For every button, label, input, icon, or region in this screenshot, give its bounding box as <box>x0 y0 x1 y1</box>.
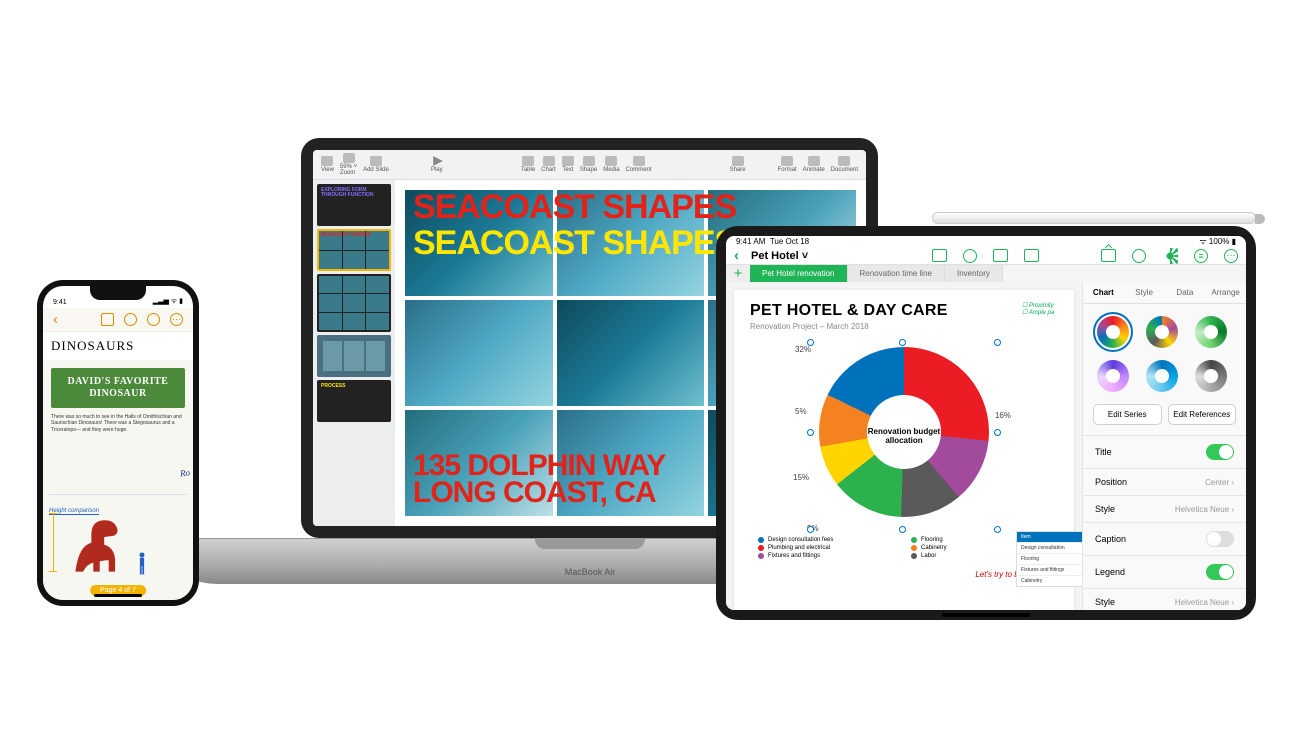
tab-timeline[interactable]: Renovation time line <box>848 265 945 282</box>
map-image <box>1002 340 1074 460</box>
position-row[interactable]: Position Center › <box>1083 468 1246 495</box>
caption-row[interactable]: Caption <box>1083 522 1246 555</box>
person-icon <box>135 552 149 576</box>
keynote-toolbar: View 59% ˅Zoom Add Slide Play Table Char… <box>313 150 866 180</box>
sheet-subtitle: Renovation Project – March 2018 <box>750 322 1058 331</box>
style-row-2[interactable]: Style Helvetica Neue › <box>1083 588 1246 610</box>
table-icon[interactable] <box>932 249 947 262</box>
ipad-screen: 9:41 AM Tue Oct 18 ᯤ 100% ▮ ‹ Pet Hotel … <box>726 236 1246 610</box>
format-tabs: Chart Style Data Arrange <box>1083 282 1246 304</box>
shape-tool[interactable]: Shape <box>580 156 597 173</box>
page-title: DINOSAURS <box>43 332 193 360</box>
share-icon[interactable] <box>1101 249 1116 262</box>
back-button[interactable]: ‹ <box>734 247 739 264</box>
slide-thumb-3[interactable] <box>317 274 391 332</box>
more-icon[interactable]: ⋯ <box>170 313 183 326</box>
format-icon[interactable] <box>1162 248 1178 264</box>
doc-title[interactable]: Pet Hotel ˅ <box>751 250 808 262</box>
format-tab-chart[interactable]: Chart <box>1083 282 1124 303</box>
color-style-5[interactable] <box>1146 360 1178 392</box>
edit-series-button[interactable]: Edit Series <box>1093 404 1162 425</box>
sheet-content: PET HOTEL & DAY CARE Renovation Project … <box>734 290 1074 610</box>
headline-1: SEACOAST SHAPES <box>413 192 736 223</box>
ipad-status-bar: 9:41 AM Tue Oct 18 ᯤ 100% ▮ <box>726 236 1246 247</box>
format-tool[interactable]: Format <box>778 156 797 173</box>
pages-canvas[interactable]: DAVID'S FAVORITEDINOSAUR There was so mu… <box>43 360 193 600</box>
height-comparison: Height comparison 85 feet 4 feet (me) <box>49 494 187 582</box>
text-tool[interactable]: Text <box>562 156 574 173</box>
color-style-6[interactable] <box>1195 360 1227 392</box>
media-icon[interactable] <box>1024 249 1039 262</box>
table-tool[interactable]: Table <box>521 156 535 173</box>
apple-pencil <box>932 212 1256 224</box>
pages-toolbar: ‹ ⋯ <box>43 308 193 332</box>
body-text: There was so much to see in the Halls of… <box>51 414 185 433</box>
sheet-canvas[interactable]: PET HOTEL & DAY CARE Renovation Project … <box>726 282 1082 610</box>
document-tool[interactable]: Document <box>831 156 858 173</box>
sheet-tabs: + Pet Hotel renovation Renovation time l… <box>726 265 1246 282</box>
tab-inventory[interactable]: Inventory <box>945 265 1003 282</box>
play-tool[interactable]: Play <box>431 156 443 173</box>
color-style-4[interactable] <box>1097 360 1129 392</box>
handwritten-checklist: Proximity Ample pa <box>1022 302 1078 316</box>
style-row-1[interactable]: Style Helvetica Neue › <box>1083 495 1246 522</box>
color-style-3[interactable] <box>1195 316 1227 348</box>
iphone-notch <box>90 286 146 300</box>
ipad-device: 9:41 AM Tue Oct 18 ᯤ 100% ▮ ‹ Pet Hotel … <box>716 226 1256 620</box>
donut-chart[interactable]: Renovation budget allocation 32% 16% 5% … <box>799 341 1009 531</box>
section-card: DAVID'S FAVORITEDINOSAUR <box>51 368 185 408</box>
share-tool[interactable]: Share <box>730 156 746 173</box>
animate-tool[interactable]: Animate <box>803 156 825 173</box>
home-indicator[interactable] <box>94 594 142 597</box>
numbers-toolbar: ‹ Pet Hotel ˅ ≡ ⋯ <box>726 247 1246 265</box>
headline-2: SEACOAST SHAPES <box>413 228 736 259</box>
iphone-device: 9:41▂▃▅ ᯤ ▮ ‹ ⋯ DINOSAURS DAVID'S FAVORI… <box>37 280 199 606</box>
slide-thumb-2[interactable]: SEACOAST SHAPES <box>317 229 391 271</box>
filter-icon[interactable]: ≡ <box>1194 249 1208 263</box>
tab-renovation[interactable]: Pet Hotel renovation <box>750 265 848 282</box>
format-panel: Chart Style Data Arrange Edit Series Edi… <box>1082 282 1246 610</box>
iphone-screen: 9:41▂▃▅ ᯤ ▮ ‹ ⋯ DINOSAURS DAVID'S FAVORI… <box>43 286 193 600</box>
headline-bottom: 135 DOLPHIN WAYLONG COAST, CA <box>413 452 665 506</box>
sheet-title: PET HOTEL & DAY CARE <box>750 302 1058 320</box>
add-sheet-button[interactable]: + <box>726 265 750 282</box>
legend-switch[interactable] <box>1206 564 1234 580</box>
media-tool[interactable]: Media <box>603 156 619 173</box>
slide-thumb-5[interactable]: PROCESS <box>317 380 391 422</box>
back-button[interactable]: ‹ <box>53 311 58 328</box>
chart-icon[interactable] <box>963 249 977 263</box>
format-tab-style[interactable]: Style <box>1124 282 1165 303</box>
add-slide-tool[interactable]: Add Slide <box>363 156 389 173</box>
format-tab-arrange[interactable]: Arrange <box>1205 282 1246 303</box>
title-switch[interactable] <box>1206 444 1234 460</box>
format-icon[interactable] <box>147 313 160 326</box>
device-label: MacBook Air <box>565 567 616 577</box>
caption-switch[interactable] <box>1206 531 1234 547</box>
color-style-2[interactable] <box>1146 316 1178 348</box>
undo-icon[interactable] <box>124 313 137 326</box>
slide-thumb-1[interactable]: EXPLORING FORM THROUGH FUNCTION <box>317 184 391 226</box>
ipad-main: PET HOTEL & DAY CARE Renovation Project … <box>726 282 1246 610</box>
title-row[interactable]: Title <box>1083 435 1246 468</box>
more-icon[interactable]: ⋯ <box>1224 249 1238 263</box>
text-icon[interactable] <box>993 249 1008 262</box>
task-table[interactable]: Item Design consultation Flooring Fixtur… <box>1016 531 1082 587</box>
share-icon[interactable] <box>101 313 114 326</box>
slide-navigator[interactable]: EXPLORING FORM THROUGH FUNCTION SEACOAST… <box>313 180 395 526</box>
color-style-1[interactable] <box>1097 316 1129 348</box>
chart-tool[interactable]: Chart <box>541 156 556 173</box>
chart-center-label: Renovation budget allocation <box>799 341 1009 531</box>
edit-references-button[interactable]: Edit References <box>1168 404 1237 425</box>
chart-color-styles <box>1083 304 1246 404</box>
comment-tool[interactable]: Comment <box>626 156 652 173</box>
zoom-tool[interactable]: 59% ˅Zoom <box>340 153 357 176</box>
handwriting: Ro <box>180 468 191 479</box>
format-tab-data[interactable]: Data <box>1165 282 1206 303</box>
legend-row[interactable]: Legend <box>1083 555 1246 588</box>
view-tool[interactable]: View <box>321 156 334 173</box>
insert-icon[interactable] <box>1132 249 1146 263</box>
slide-thumb-4[interactable] <box>317 335 391 377</box>
dinosaur-icon <box>69 514 133 578</box>
